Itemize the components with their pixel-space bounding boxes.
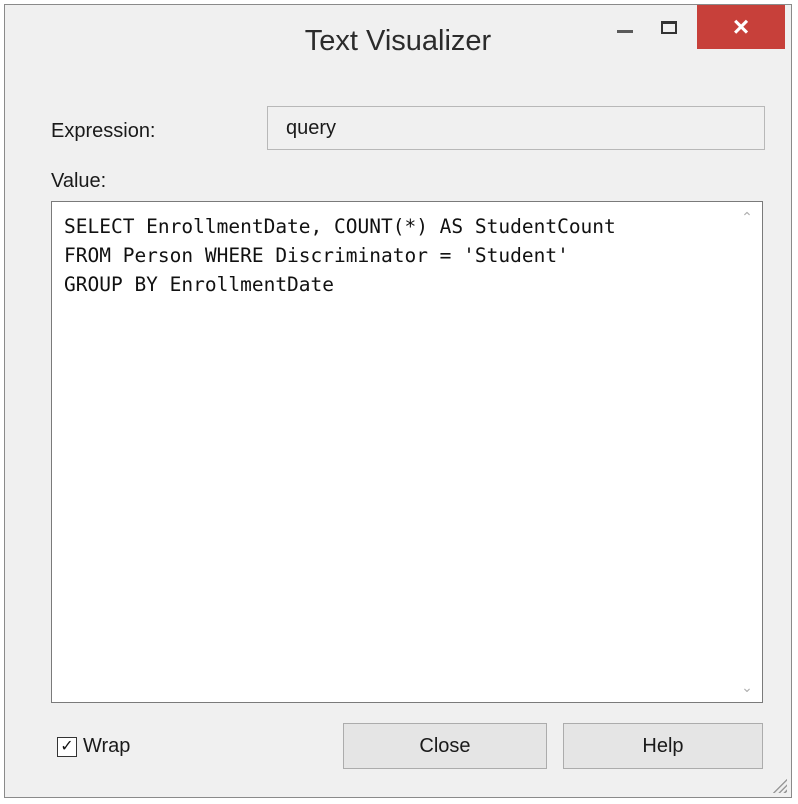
maximize-button[interactable] bbox=[647, 5, 691, 49]
wrap-label[interactable]: Wrap bbox=[83, 735, 130, 758]
dialog-body: Expression: query Value: SELECT Enrollme… bbox=[5, 87, 791, 797]
value-label: Value: bbox=[51, 170, 107, 192]
value-text[interactable]: SELECT EnrollmentDate, COUNT(*) AS Stude… bbox=[64, 212, 734, 299]
help-button[interactable]: Help bbox=[563, 723, 763, 769]
checkbox-box[interactable]: ✓ bbox=[57, 736, 77, 757]
close-icon: × bbox=[732, 11, 750, 42]
close-button[interactable]: Close bbox=[343, 723, 547, 769]
text-visualizer-window: Text Visualizer × Expression: query Valu… bbox=[4, 4, 792, 798]
minimize-button[interactable] bbox=[603, 5, 647, 49]
maximize-icon bbox=[661, 20, 677, 34]
wrap-checkbox[interactable]: ✓ Wrap bbox=[57, 735, 130, 758]
scroll-down-icon[interactable]: ⌄ bbox=[740, 680, 754, 694]
title-bar[interactable]: Text Visualizer × bbox=[5, 5, 791, 87]
close-window-button[interactable]: × bbox=[697, 5, 785, 49]
checkmark-icon: ✓ bbox=[60, 737, 74, 755]
expression-label: Expression: bbox=[51, 120, 156, 142]
vertical-scrollbar[interactable]: ⌃ ⌄ bbox=[732, 202, 762, 702]
scroll-up-icon[interactable]: ⌃ bbox=[740, 210, 754, 224]
value-textarea[interactable]: SELECT EnrollmentDate, COUNT(*) AS Stude… bbox=[51, 201, 763, 703]
expression-field[interactable]: query bbox=[267, 106, 765, 150]
minimize-icon bbox=[617, 29, 633, 33]
resize-grip-icon[interactable] bbox=[771, 777, 787, 793]
